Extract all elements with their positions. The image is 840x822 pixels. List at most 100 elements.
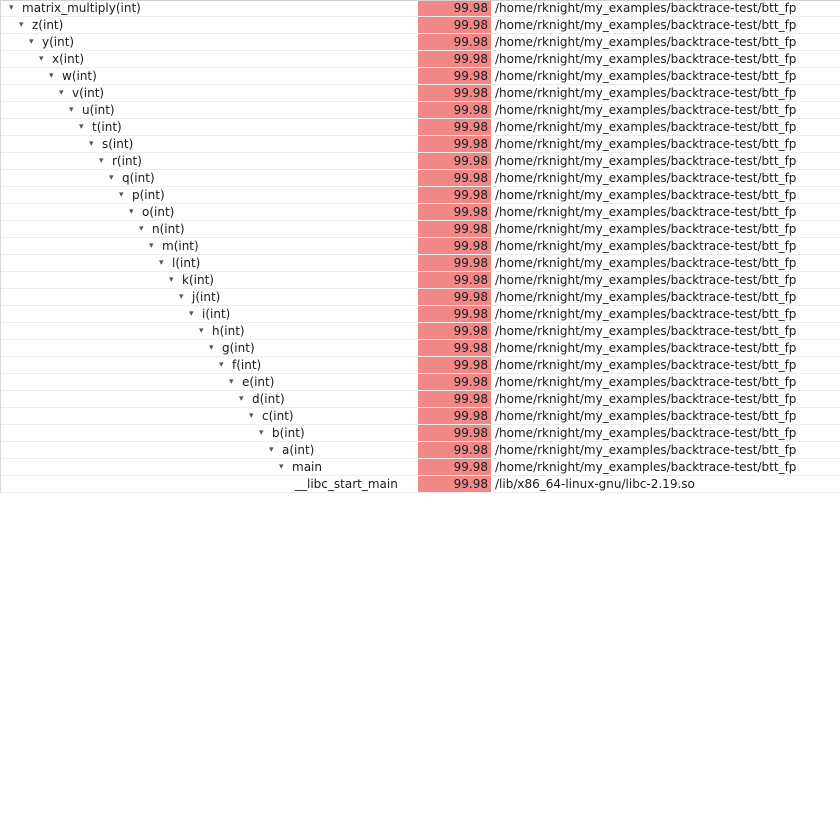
module-cell: /home/rknight/my_examples/backtrace-test… — [491, 391, 840, 407]
module-cell: /home/rknight/my_examples/backtrace-test… — [491, 85, 840, 101]
symbol-cell: ▾j(int) — [1, 289, 418, 305]
table-row[interactable]: ▾z(int)99.98/home/rknight/my_examples/ba… — [1, 17, 840, 34]
expander-icon[interactable]: ▾ — [19, 21, 29, 30]
table-row[interactable]: ▾r(int)99.98/home/rknight/my_examples/ba… — [1, 153, 840, 170]
module-cell: /home/rknight/my_examples/backtrace-test… — [491, 306, 840, 322]
table-row[interactable]: ▾y(int)99.98/home/rknight/my_examples/ba… — [1, 34, 840, 51]
self-percent-cell: 99.98 — [418, 238, 491, 254]
symbol-label: k(int) — [182, 272, 214, 288]
expander-icon[interactable]: ▾ — [159, 259, 169, 268]
symbol-label: p(int) — [132, 187, 165, 203]
expander-icon[interactable]: ▾ — [59, 89, 69, 98]
symbol-cell: ▾w(int) — [1, 68, 418, 84]
module-cell: /home/rknight/my_examples/backtrace-test… — [491, 17, 840, 33]
table-row[interactable]: ▾matrix_multiply(int)99.98/home/rknight/… — [1, 0, 840, 17]
self-percent-cell: 99.98 — [418, 340, 491, 356]
table-row[interactable]: ▾v(int)99.98/home/rknight/my_examples/ba… — [1, 85, 840, 102]
symbol-label: o(int) — [142, 204, 174, 220]
symbol-cell: ▾n(int) — [1, 221, 418, 237]
table-row[interactable]: ▾x(int)99.98/home/rknight/my_examples/ba… — [1, 51, 840, 68]
self-percent-cell: 99.98 — [418, 374, 491, 390]
module-cell: /home/rknight/my_examples/backtrace-test… — [491, 323, 840, 339]
expander-icon[interactable]: ▾ — [9, 4, 19, 13]
expander-icon[interactable]: ▾ — [29, 38, 39, 47]
symbol-cell: ▾p(int) — [1, 187, 418, 203]
table-row[interactable]: ▾e(int)99.98/home/rknight/my_examples/ba… — [1, 374, 840, 391]
module-cell: /lib/x86_64-linux-gnu/libc-2.19.so — [491, 476, 840, 492]
self-percent-cell: 99.98 — [418, 0, 491, 16]
table-row[interactable]: ▾h(int)99.98/home/rknight/my_examples/ba… — [1, 323, 840, 340]
table-row[interactable]: ▾u(int)99.98/home/rknight/my_examples/ba… — [1, 102, 840, 119]
expander-icon[interactable]: ▾ — [279, 463, 289, 472]
table-row[interactable]: ▾p(int)99.98/home/rknight/my_examples/ba… — [1, 187, 840, 204]
symbol-cell: ▾l(int) — [1, 255, 418, 271]
table-row[interactable]: ▾o(int) 99.98/home/rknight/my_examples/ba… — [1, 204, 840, 221]
module-cell: /home/rknight/my_examples/backtrace-test… — [491, 425, 840, 441]
module-cell: /home/rknight/my_examples/backtrace-test… — [491, 221, 840, 237]
expander-icon[interactable]: ▾ — [209, 344, 219, 353]
module-cell: /home/rknight/my_examples/backtrace-test… — [491, 119, 840, 135]
table-row[interactable]: ▾main99.98/home/rknight/my_examples/back… — [1, 459, 840, 476]
expander-icon[interactable]: ▾ — [249, 412, 259, 421]
expander-icon[interactable]: ▾ — [79, 123, 89, 132]
symbol-label: s(int) — [102, 136, 133, 152]
expander-icon[interactable]: ▾ — [179, 293, 189, 302]
expander-icon[interactable]: ▾ — [69, 106, 79, 115]
symbol-label: q(int) — [122, 170, 155, 186]
self-percent-cell: 99.98 — [418, 136, 491, 152]
self-percent-cell: 99.98 — [418, 68, 491, 84]
module-cell: /home/rknight/my_examples/backtrace-test… — [491, 272, 840, 288]
table-row[interactable]: ▾s(int)99.98/home/rknight/my_examples/ba… — [1, 136, 840, 153]
table-row[interactable]: ▾w(int)99.98/home/rknight/my_examples/ba… — [1, 68, 840, 85]
table-row[interactable]: ▾g(int)99.98/home/rknight/my_examples/ba… — [1, 340, 840, 357]
expander-icon[interactable]: ▾ — [99, 157, 109, 166]
symbol-label: main — [292, 459, 322, 475]
self-percent-cell: 99.98 — [418, 187, 491, 203]
expander-icon[interactable]: ▾ — [199, 327, 209, 336]
module-cell: /home/rknight/my_examples/backtrace-test… — [491, 68, 840, 84]
table-row[interactable]: ▾n(int)99.98/home/rknight/my_examples/ba… — [1, 221, 840, 238]
table-row[interactable]: ▾d(int)99.98/home/rknight/my_examples/ba… — [1, 391, 840, 408]
expander-icon[interactable]: ▾ — [129, 208, 139, 217]
self-percent-cell: 99.98 — [418, 408, 491, 424]
table-row[interactable]: ▾j(int)99.98/home/rknight/my_examples/ba… — [1, 289, 840, 306]
symbol-cell: __libc_start_main — [1, 476, 418, 492]
table-row[interactable]: ▾q(int)99.98/home/rknight/my_examples/ba… — [1, 170, 840, 187]
table-row[interactable]: ▾t(int)99.98/home/rknight/my_examples/ba… — [1, 119, 840, 136]
table-row[interactable]: ▾a(int)99.98/home/rknight/my_examples/ba… — [1, 442, 840, 459]
table-row[interactable]: ▾i(int)99.98/home/rknight/my_examples/ba… — [1, 306, 840, 323]
symbol-label: __libc_start_main — [295, 476, 398, 492]
module-cell: /home/rknight/my_examples/backtrace-test… — [491, 357, 840, 373]
expander-icon[interactable]: ▾ — [119, 191, 129, 200]
self-percent-cell: 99.98 — [418, 272, 491, 288]
expander-icon[interactable]: ▾ — [39, 55, 49, 64]
symbol-cell: ▾h(int) — [1, 323, 418, 339]
expander-icon[interactable]: ▾ — [49, 72, 59, 81]
expander-icon[interactable]: ▾ — [269, 446, 279, 455]
self-percent-cell: 99.98 — [418, 204, 491, 220]
expander-icon[interactable]: ▾ — [259, 429, 269, 438]
symbol-label: e(int) — [242, 374, 274, 390]
table-row[interactable]: ▾m(int)99.98/home/rknight/my_examples/ba… — [1, 238, 840, 255]
self-percent-cell: 99.98 — [418, 306, 491, 322]
table-row[interactable]: ▾k(int)99.98/home/rknight/my_examples/ba… — [1, 272, 840, 289]
table-row[interactable]: ▾b(int)99.98/home/rknight/my_examples/ba… — [1, 425, 840, 442]
expander-icon[interactable]: ▾ — [109, 174, 119, 183]
expander-icon[interactable]: ▾ — [219, 361, 229, 370]
symbol-cell: ▾s(int) — [1, 136, 418, 152]
expander-icon[interactable]: ▾ — [149, 242, 159, 251]
table-row[interactable]: ▾f(int)99.98/home/rknight/my_examples/ba… — [1, 357, 840, 374]
module-cell: /home/rknight/my_examples/backtrace-test… — [491, 204, 840, 220]
table-row[interactable]: ▾l(int)99.98/home/rknight/my_examples/ba… — [1, 255, 840, 272]
table-row[interactable]: __libc_start_main99.98/lib/x86_64-linux-… — [1, 476, 840, 493]
symbol-cell: ▾c(int) — [1, 408, 418, 424]
expander-icon[interactable]: ▾ — [169, 276, 179, 285]
expander-icon[interactable]: ▾ — [239, 395, 249, 404]
symbol-label: z(int) — [32, 17, 63, 33]
table-row[interactable]: ▾c(int)99.98/home/rknight/my_examples/ba… — [1, 408, 840, 425]
expander-icon[interactable]: ▾ — [229, 378, 239, 387]
expander-icon[interactable]: ▾ — [139, 225, 149, 234]
expander-icon[interactable]: ▾ — [189, 310, 199, 319]
symbol-cell: ▾k(int) — [1, 272, 418, 288]
expander-icon[interactable]: ▾ — [89, 140, 99, 149]
